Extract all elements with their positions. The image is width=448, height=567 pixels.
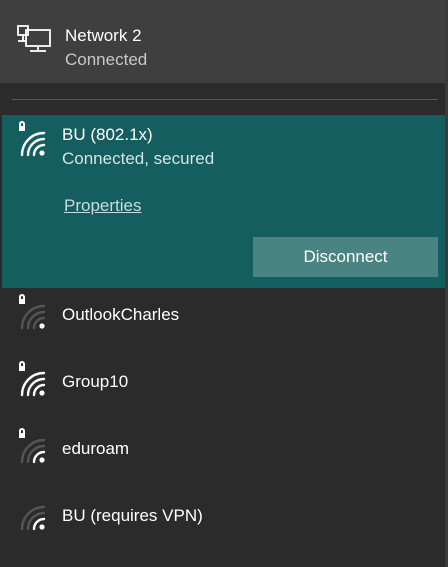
wired-network-item[interactable]: Network 2 Connected — [0, 0, 445, 83]
wifi-network-name: eduroam — [62, 439, 130, 458]
wifi-secured-icon — [16, 294, 50, 334]
wifi-network-item-active[interactable]: BU (802.1x) Connected, secured Propertie… — [2, 115, 445, 288]
network-flyout: Network 2 Connected BU (802.1x) Connecte… — [0, 0, 448, 567]
wifi-network-item[interactable]: OutlookCharles — [2, 292, 445, 352]
wifi-network-name: BU (requires VPN) — [62, 506, 203, 525]
wifi-secured-icon — [16, 121, 50, 161]
wired-network-name: Network 2 — [65, 26, 142, 45]
properties-link[interactable]: Properties — [64, 196, 141, 216]
wifi-secured-icon — [16, 428, 50, 468]
wifi-secured-icon — [16, 361, 50, 401]
wifi-network-status: Connected, secured — [62, 149, 215, 168]
ethernet-monitor-icon — [16, 24, 52, 54]
wifi-icon — [16, 495, 50, 535]
disconnect-button[interactable]: Disconnect — [253, 237, 438, 277]
wifi-network-item[interactable]: Group10 — [2, 359, 445, 419]
wifi-network-item[interactable]: eduroam — [2, 426, 445, 486]
wifi-network-name: BU (802.1x) — [62, 125, 153, 144]
wired-network-status: Connected — [65, 50, 148, 69]
wifi-network-name: Group10 — [62, 372, 129, 391]
wifi-network-item[interactable]: BU (requires VPN) — [2, 493, 445, 553]
divider — [12, 99, 438, 100]
wifi-network-name: OutlookCharles — [62, 305, 180, 324]
